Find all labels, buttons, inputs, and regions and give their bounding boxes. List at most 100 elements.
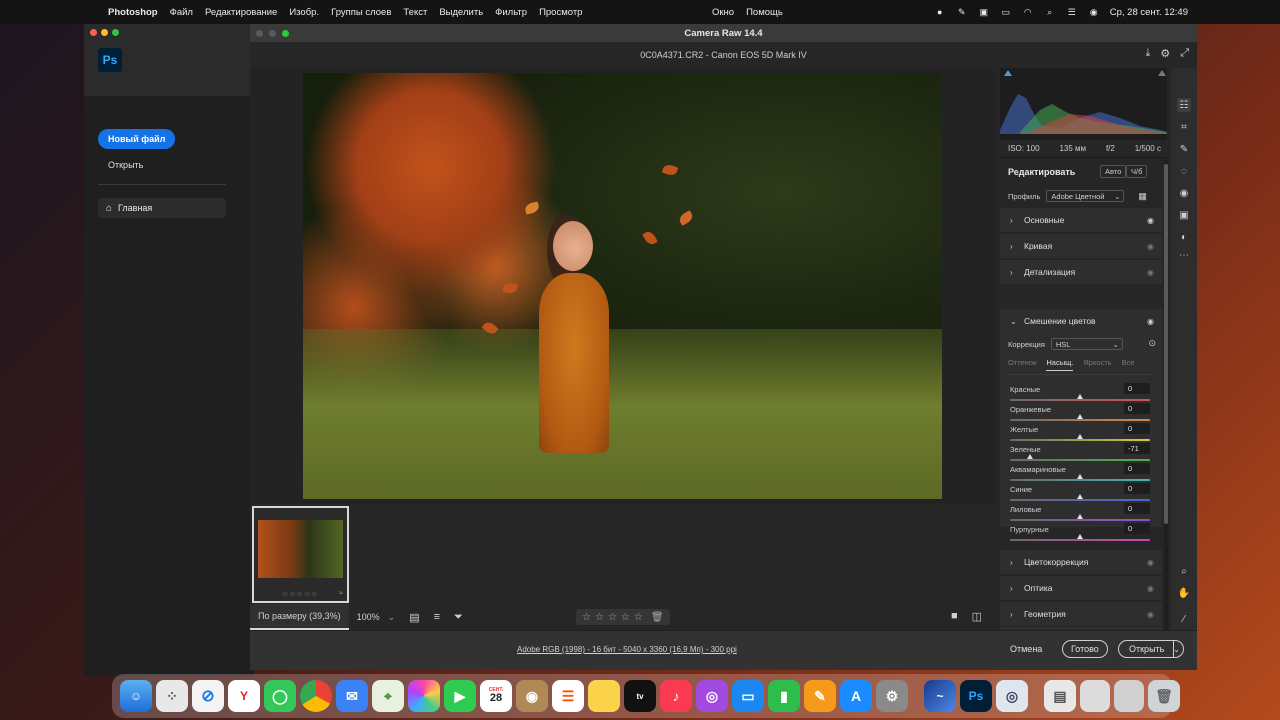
menu-file[interactable]: Файл — [170, 7, 193, 18]
zoom-dropdown-icon[interactable]: ⌄ — [388, 612, 396, 623]
mixer-tab[interactable]: Яркость — [1083, 358, 1111, 371]
eye-icon[interactable]: ◉ — [1147, 242, 1154, 251]
star-icon[interactable]: ☆ — [621, 612, 630, 623]
menu-view[interactable]: Просмотр — [539, 7, 582, 18]
auto-button[interactable]: Авто — [1100, 165, 1127, 178]
mixer-tab[interactable]: Все — [1122, 358, 1135, 371]
slider-track[interactable] — [1010, 519, 1150, 521]
document-icon[interactable]: ▤ — [1044, 680, 1076, 712]
nav-home[interactable]: ⌂ Главная — [98, 198, 226, 218]
save-icon[interactable]: ⤓ — [1145, 47, 1150, 60]
pages-icon[interactable]: ✎ — [804, 680, 836, 712]
new-file-button[interactable]: Новый файл — [98, 129, 176, 149]
profile-select[interactable]: Adobe Цветной ⌄ — [1046, 190, 1125, 202]
eye-icon[interactable]: ◉ — [1147, 268, 1154, 277]
healing-brush-icon[interactable]: ✎ — [1177, 142, 1191, 156]
eye-icon[interactable]: ◉ — [1147, 317, 1154, 326]
section-curve[interactable]: › Кривая ◉ — [1000, 234, 1162, 258]
hand-tool-icon[interactable]: ✋ — [1177, 586, 1191, 600]
star-icon[interactable]: ☆ — [582, 612, 591, 623]
menu-filter[interactable]: Фильтр — [495, 7, 527, 18]
pen-tablet-icon[interactable]: ✎ — [956, 7, 968, 17]
slider-knob[interactable] — [1077, 434, 1083, 439]
section-color-grading[interactable]: › Цветокоррекция ◉ — [1000, 550, 1162, 574]
star-icon[interactable]: ☆ — [634, 612, 643, 623]
menu-app-name[interactable]: Photoshop — [108, 7, 158, 18]
thumbnail-rating[interactable]: ☆☆☆☆☆ — [282, 590, 318, 598]
photoshop-dock-icon[interactable]: Ps — [960, 680, 992, 712]
fullscreen-icon[interactable]: ⤢ — [1180, 47, 1189, 60]
system-settings-icon[interactable]: ⚙ — [876, 680, 908, 712]
menu-edit[interactable]: Редактирование — [205, 7, 277, 18]
fit-to-view-button[interactable]: По размеру (39,3%) — [250, 604, 349, 630]
menu-select[interactable]: Выделить — [439, 7, 483, 18]
music-icon[interactable]: ♪ — [660, 680, 692, 712]
eye-icon[interactable]: ◉ — [1147, 584, 1154, 593]
preview-photo[interactable] — [303, 73, 942, 499]
slider-knob[interactable] — [1077, 534, 1083, 539]
minimized-window-icon[interactable] — [1080, 680, 1110, 712]
menu-layer-groups[interactable]: Группы слоев — [331, 7, 391, 18]
filmstrip-thumbnail[interactable]: ☆☆☆☆☆ ≈ — [252, 506, 349, 603]
filmstrip-toggle-icon[interactable]: ▤ — [409, 611, 419, 624]
filter-icon[interactable]: ⏷ — [454, 611, 463, 624]
calendar-icon[interactable]: СЕНТ. 28 — [480, 680, 512, 712]
trash-icon[interactable]: 🗑 — [651, 612, 664, 623]
messages-icon[interactable]: ◯ — [264, 680, 296, 712]
reminders-icon[interactable]: ☰ — [552, 680, 584, 712]
eye-icon[interactable]: ◉ — [1147, 610, 1154, 619]
apple-tv-icon[interactable]: tv — [624, 680, 656, 712]
slider-knob[interactable] — [1077, 494, 1083, 499]
slider-knob[interactable] — [1077, 414, 1083, 419]
podcasts-icon[interactable]: ◎ — [696, 680, 728, 712]
slider-track[interactable] — [1010, 539, 1150, 541]
open-link[interactable]: Открыть — [108, 160, 143, 170]
screen-capture-icon[interactable]: ◎ — [996, 680, 1028, 712]
slider-track[interactable] — [1010, 439, 1150, 441]
slider-knob[interactable] — [1027, 454, 1034, 459]
slider-value-input[interactable]: 0 — [1124, 463, 1150, 474]
siri-icon[interactable]: ◉ — [1088, 7, 1100, 17]
crop-icon[interactable]: ⌗ — [1177, 120, 1191, 134]
sort-icon[interactable]: ≡ — [434, 611, 440, 623]
slider-value-input[interactable]: 0 — [1124, 483, 1150, 494]
slider-knob[interactable] — [1077, 474, 1083, 479]
section-optics[interactable]: › Оптика ◉ — [1000, 576, 1162, 600]
masking-icon[interactable]: ◌ — [1177, 164, 1191, 178]
eyedropper-icon[interactable]: ⁄ — [1177, 612, 1191, 626]
open-image-button[interactable]: Открыть — [1118, 640, 1175, 658]
contacts-icon[interactable]: ◉ — [516, 680, 548, 712]
yandex-browser-icon[interactable]: Y — [228, 680, 260, 712]
photos-icon[interactable] — [408, 680, 440, 712]
slider-track[interactable] — [1010, 419, 1150, 421]
finder-icon[interactable]: ☺ — [120, 680, 152, 712]
numbers-icon[interactable]: ▮ — [768, 680, 800, 712]
eye-icon[interactable]: ◉ — [1147, 216, 1154, 225]
star-icon[interactable]: ☆ — [595, 612, 604, 623]
section-geometry[interactable]: › Геометрия ◉ — [1000, 602, 1162, 626]
slider-value-input[interactable]: 0 — [1124, 383, 1150, 394]
panel-scrollbar-thumb[interactable] — [1164, 164, 1168, 524]
cancel-button[interactable]: Отмена — [1010, 644, 1042, 654]
done-button[interactable]: Готово — [1062, 640, 1108, 658]
edit-sliders-icon[interactable]: ☷ — [1177, 98, 1191, 112]
minimize-window-icon[interactable] — [101, 28, 108, 36]
record-icon[interactable]: ● — [934, 7, 946, 17]
red-eye-icon[interactable]: ◉ — [1177, 186, 1191, 200]
slider-track[interactable] — [1010, 459, 1150, 461]
screen-icon[interactable]: ▭ — [1000, 7, 1012, 17]
image-canvas-area[interactable] — [250, 68, 996, 504]
before-after-icon[interactable]: ◫ — [972, 610, 982, 623]
wifi-icon[interactable]: ◠ — [1022, 7, 1034, 17]
workflow-options-link[interactable]: Adobe RGB (1998) - 16 бит - 5040 x 3360 … — [517, 645, 737, 654]
snapshots-icon[interactable]: ▣ — [1177, 208, 1191, 222]
zoom-100-button[interactable]: 100% — [357, 612, 380, 622]
star-icon[interactable]: ☆ — [608, 612, 617, 623]
menu-help[interactable]: Помощь — [746, 7, 783, 18]
menu-text[interactable]: Текст — [403, 7, 427, 18]
slider-value-input[interactable]: 0 — [1124, 403, 1150, 414]
facetime-icon[interactable]: ▶ — [444, 680, 476, 712]
minimized-window-icon[interactable] — [1114, 680, 1144, 712]
slider-knob[interactable] — [1077, 514, 1083, 519]
app-store-icon[interactable]: A — [840, 680, 872, 712]
